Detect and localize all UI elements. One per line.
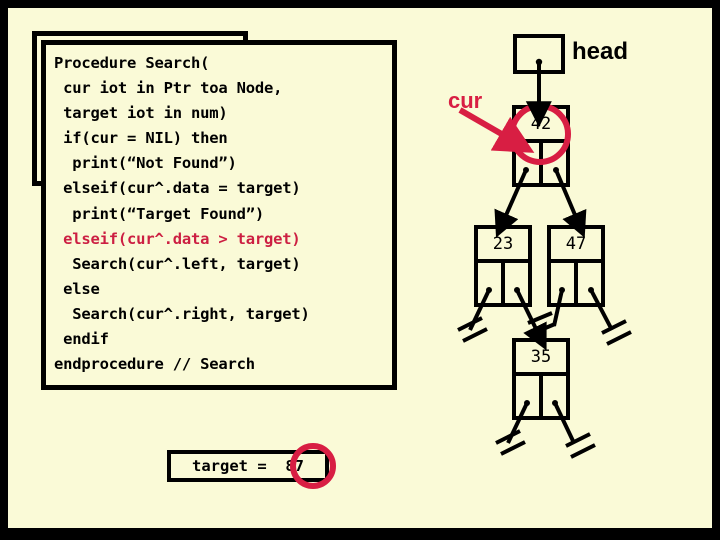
nil-marker-3b bbox=[606, 330, 632, 346]
node-23: 23 bbox=[474, 225, 532, 307]
code-line-9: Search(cur^.left, target) bbox=[54, 254, 301, 273]
nil-marker-1a bbox=[457, 316, 483, 332]
node-23-value: 23 bbox=[492, 234, 514, 254]
node-35-pointer-split bbox=[539, 376, 543, 416]
nil-marker-2a bbox=[527, 311, 553, 325]
nil-marker-4b bbox=[500, 440, 526, 456]
slide-canvas: Procedure Search( cur iot in Ptr toa Nod… bbox=[8, 8, 712, 528]
head-pointer-box bbox=[513, 34, 565, 74]
nil-marker-4a bbox=[495, 429, 521, 445]
code-line-4: if(cur = NIL) then bbox=[54, 129, 228, 148]
node-35: 35 bbox=[512, 338, 570, 420]
node-47-pointer-split bbox=[574, 263, 578, 303]
head-label: head bbox=[572, 38, 629, 65]
code-line-1: Procedure Search( bbox=[54, 54, 210, 72]
code-line-7: print(“Target Found”) bbox=[54, 204, 265, 223]
code-line-5: print(“Not Found”) bbox=[54, 154, 237, 173]
code-line-2: cur iot in Ptr toa Node, bbox=[54, 79, 283, 98]
code-line-6: elseif(cur^.data = target) bbox=[54, 179, 301, 198]
code-line-3: target iot in num) bbox=[54, 104, 228, 123]
target-value-box: target = 87 bbox=[167, 450, 329, 482]
code-line-11: Search(cur^.right, target) bbox=[54, 304, 310, 323]
node-42: 42 bbox=[512, 105, 570, 187]
code-line-12: endif bbox=[54, 330, 109, 349]
cur-label: cur bbox=[448, 88, 483, 113]
slide-root: Procedure Search( cur iot in Ptr toa Nod… bbox=[0, 0, 720, 540]
node-47: 47 bbox=[547, 225, 605, 307]
code-line-8-highlighted: elseif(cur^.data > target) bbox=[54, 229, 301, 248]
code-line-13: endprocedure // Search bbox=[54, 355, 255, 374]
code-card: Procedure Search( cur iot in Ptr toa Nod… bbox=[41, 40, 397, 390]
nil-marker-1b bbox=[462, 327, 488, 343]
node-35-value: 35 bbox=[530, 347, 552, 367]
node-23-pointer-split bbox=[501, 263, 505, 303]
code-line-10: else bbox=[54, 279, 100, 298]
node-42-pointer-split bbox=[539, 143, 543, 183]
cur-arrow bbox=[458, 107, 535, 153]
nil-marker-3a bbox=[601, 319, 627, 335]
target-value-text: target = 87 bbox=[192, 457, 304, 475]
nil-marker-5b bbox=[570, 443, 596, 459]
node-47-value: 47 bbox=[565, 234, 587, 254]
nil-marker-5a bbox=[565, 432, 591, 448]
node-42-value: 42 bbox=[530, 114, 552, 134]
nil-marker-2b bbox=[530, 322, 556, 336]
